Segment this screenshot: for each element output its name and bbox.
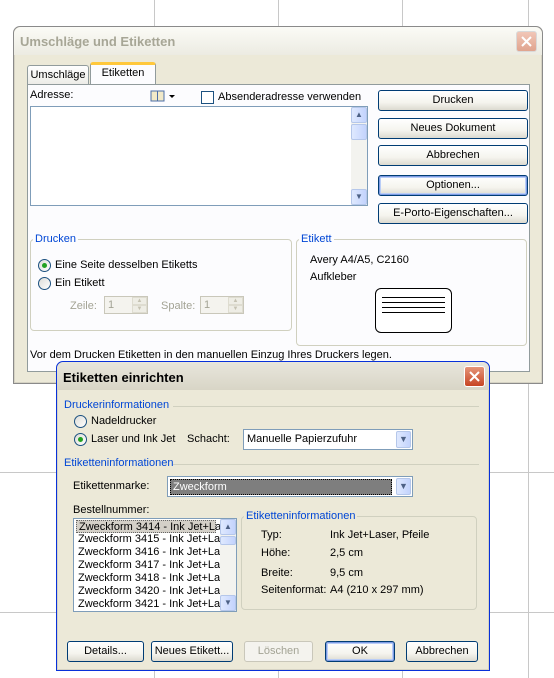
radio-laser-inkjet[interactable]	[74, 433, 87, 446]
address-scrollbar[interactable]: ▲ ▼	[351, 107, 367, 205]
address-book-button[interactable]	[150, 89, 178, 103]
dialog-title: Etiketten einrichten	[63, 370, 184, 385]
scroll-thumb[interactable]	[351, 124, 367, 140]
label-info-title: Etiketteninformationen	[64, 457, 174, 469]
label-preview	[375, 288, 452, 333]
preview-line	[382, 297, 445, 298]
brand-label: Etikettenmarke:	[73, 480, 150, 492]
scroll-down-button[interactable]: ▼	[351, 189, 367, 205]
scroll-up-button[interactable]: ▲	[351, 107, 367, 123]
list-scrollbar[interactable]: ▲ ▼	[220, 519, 236, 611]
label-type: Aufkleber	[310, 271, 357, 283]
scroll-thumb[interactable]	[220, 536, 236, 545]
print-group-title: Drucken	[33, 233, 78, 245]
column-spinner[interactable]: 1 ▲ ▼	[200, 296, 244, 314]
printer-info-title: Druckerinformationen	[64, 399, 170, 411]
brand-value: Zweckform	[170, 479, 392, 495]
brand-select[interactable]: Zweckform ▼	[167, 476, 413, 497]
delete-button[interactable]: Löschen	[244, 641, 313, 662]
print-button[interactable]: Drucken	[378, 90, 528, 111]
row-spinner[interactable]: 1 ▲ ▼	[104, 296, 148, 314]
column-value: 1	[204, 299, 211, 311]
detail-value: Ink Jet+Laser, Pfeile	[330, 529, 430, 541]
spin-down-button[interactable]: ▼	[228, 305, 243, 313]
row-label: Zeile:	[70, 300, 97, 312]
preview-line	[382, 302, 445, 303]
title-bar: Etiketten einrichten	[57, 362, 489, 390]
tab-label: Etiketten	[101, 67, 145, 79]
sender-address-label: Absenderadresse verwenden	[218, 91, 362, 103]
options-button[interactable]: Optionen...	[378, 175, 528, 196]
section-divider	[173, 464, 479, 465]
radio-dot-matrix[interactable]	[74, 415, 87, 428]
dialog-title: Umschläge und Etiketten	[20, 34, 176, 49]
close-icon	[469, 371, 480, 382]
list-item[interactable]: Zweckform 3421 - Ink Jet+Laser	[76, 598, 235, 611]
detail-key: Seitenformat:	[261, 584, 327, 596]
new-document-button[interactable]: Neues Dokument	[378, 118, 528, 139]
radio-dot-matrix-label: Nadeldrucker	[91, 415, 157, 427]
new-label-button[interactable]: Neues Etikett...	[151, 641, 233, 662]
tab-label: Umschläge	[30, 69, 86, 81]
sender-address-checkbox[interactable]	[201, 91, 214, 104]
detail-key: Höhe:	[261, 547, 291, 559]
address-textarea[interactable]: ▲ ▼	[30, 106, 368, 206]
order-number-label: Bestellnummer:	[73, 504, 150, 516]
envelopes-labels-dialog: Umschläge und Etiketten Umschläge Etiket…	[13, 26, 543, 384]
cancel-button[interactable]: Abbrechen	[406, 641, 478, 662]
detail-key: Typ:	[261, 529, 282, 541]
preview-line	[382, 312, 445, 313]
tab-umschlaege[interactable]: Umschläge	[27, 65, 89, 85]
chevron-down-icon[interactable]: ▼	[396, 431, 411, 448]
label-setup-dialog: Etiketten einrichten Druckerinformatione…	[56, 361, 490, 671]
label-group-title: Etikett	[299, 233, 334, 245]
tab-etiketten[interactable]: Etiketten	[90, 62, 156, 85]
ok-button[interactable]: OK	[325, 641, 395, 662]
address-book-icon	[150, 90, 175, 102]
radio-same-label-page-label: Eine Seite desselben Etiketts	[55, 259, 198, 271]
cancel-button[interactable]: Abbrechen	[378, 145, 528, 166]
list-item[interactable]: Zweckform 3417 - Ink Jet+Laser	[76, 559, 235, 572]
detail-value: 2,5 cm	[330, 547, 364, 559]
detail-value: A4 (210 x 297 mm)	[330, 584, 424, 596]
detail-key: Breite:	[261, 567, 293, 579]
radio-same-label-page[interactable]	[38, 259, 51, 272]
address-label: Adresse:	[30, 89, 74, 101]
eporto-properties-button[interactable]: E-Porto-Eigenschaften...	[378, 203, 528, 224]
detail-value: 9,5 cm	[330, 567, 364, 579]
tray-label: Schacht:	[187, 433, 230, 445]
row-value: 1	[108, 299, 115, 311]
label-product: Avery A4/A5, C2160	[310, 254, 409, 266]
list-item[interactable]: Zweckform 3414 - Ink Jet+Laser	[76, 520, 236, 533]
close-button[interactable]	[464, 366, 485, 387]
footer-hint: Vor dem Drucken Etiketten in den manuell…	[30, 349, 392, 361]
title-bar: Umschläge und Etiketten	[14, 27, 542, 55]
close-button[interactable]	[516, 31, 537, 52]
tray-value: Manuelle Papierzufuhr	[247, 433, 358, 445]
details-button[interactable]: Details...	[67, 641, 144, 662]
close-icon	[521, 36, 532, 47]
preview-line	[382, 307, 445, 308]
label-details-title: Etiketteninformationen	[244, 510, 358, 522]
list-item[interactable]: Zweckform 3416 - Ink Jet+Laser	[76, 546, 235, 559]
tray-select[interactable]: Manuelle Papierzufuhr ▼	[243, 429, 413, 450]
radio-single-label[interactable]	[38, 277, 51, 290]
scroll-down-button[interactable]: ▼	[220, 595, 236, 611]
spin-up-button[interactable]: ▲	[132, 297, 147, 305]
radio-single-label-label: Ein Etikett	[55, 277, 105, 289]
spin-down-button[interactable]: ▼	[132, 305, 147, 313]
section-divider	[173, 406, 479, 407]
list-item[interactable]: Zweckform 3418 - Ink Jet+Laser	[76, 572, 235, 585]
list-item[interactable]: Zweckform 3415 - Ink Jet+Laser	[76, 533, 235, 546]
list-item[interactable]: Zweckform 3420 - Ink Jet+Laser	[76, 585, 235, 598]
chevron-down-icon[interactable]: ▼	[396, 478, 411, 495]
radio-laser-inkjet-label: Laser und Ink Jet	[91, 433, 176, 445]
spin-up-button[interactable]: ▲	[228, 297, 243, 305]
scroll-up-button[interactable]: ▲	[220, 519, 236, 535]
order-number-list[interactable]: Zweckform 3414 - Ink Jet+Laser Zweckform…	[73, 518, 237, 612]
column-label: Spalte:	[161, 300, 196, 312]
